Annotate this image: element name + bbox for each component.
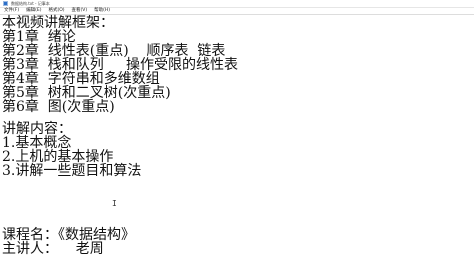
- text-line: 讲解内容：: [2, 121, 72, 137]
- text-line: 第2章 线性表(重点) 顺序表 链表: [2, 43, 226, 59]
- menu-bar: 文件(F) 编辑(E) 格式(O) 查看(V) 帮助(H): [0, 8, 474, 15]
- menu-help[interactable]: 帮助(H): [92, 8, 112, 14]
- menu-view[interactable]: 查看(V): [70, 8, 90, 14]
- text-line: 第6章 图(次重点): [2, 99, 115, 115]
- text-cursor-icon: I: [112, 199, 117, 208]
- title-bar: 数据结构.txt - 记事本: [0, 0, 474, 8]
- text-line: 本视频讲解框架：: [2, 15, 114, 31]
- text-line: 主讲人： 老周: [2, 241, 104, 257]
- text-editor[interactable]: 本视频讲解框架： 第1章 绪论 第2章 线性表(重点) 顺序表 链表 第3章 栈…: [0, 16, 474, 266]
- window-title: 数据结构.txt - 记事本: [11, 1, 50, 6]
- text-line: 2.上机的基本操作: [2, 149, 114, 165]
- text-line: 第5章 树和二叉树(次重点): [2, 85, 171, 101]
- text-line: 1.基本概念: [2, 135, 72, 151]
- text-line: 课程名：《数据结构》: [2, 227, 135, 243]
- menu-file[interactable]: 文件(F): [2, 8, 21, 14]
- menu-format[interactable]: 格式(O): [46, 8, 66, 14]
- notepad-icon: [3, 1, 8, 6]
- menu-edit[interactable]: 编辑(E): [24, 8, 43, 14]
- text-line: 第3章 栈和队列 操作受限的线性表: [2, 57, 239, 73]
- text-line: 第1章 绪论: [2, 29, 76, 45]
- text-line: 第4章 字符串和多维数组: [2, 71, 160, 87]
- text-line: 3.讲解一些题目和算法: [2, 163, 142, 179]
